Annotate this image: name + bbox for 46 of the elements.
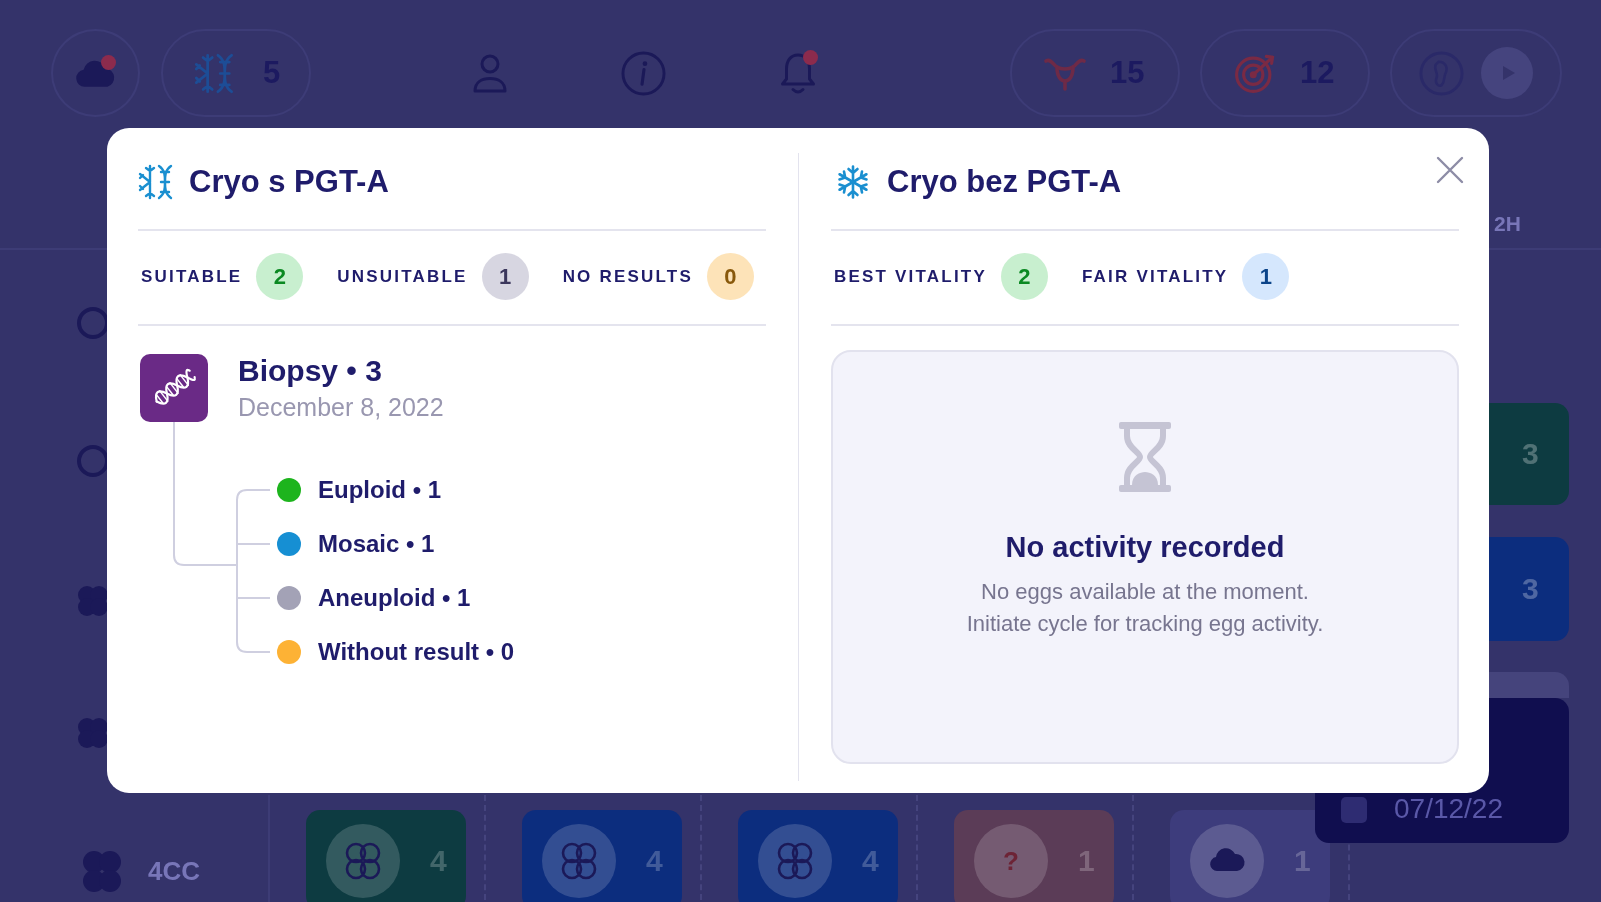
time-label: 2H: [1494, 213, 1521, 235]
close-icon: [1436, 156, 1464, 184]
ring-icon: [76, 306, 110, 340]
empty-state-text: No eggs available at the moment.: [981, 578, 1309, 606]
cell-cluster-icon: [76, 584, 110, 618]
count-badge: 1: [1242, 253, 1290, 300]
question-mark-disc: ?: [974, 824, 1048, 898]
empty-state-text: Initiate cycle for tracking egg activity.: [966, 610, 1324, 638]
close-button[interactable]: [1436, 156, 1464, 184]
cell-cluster-icon: [82, 849, 122, 894]
result-label: Aneuploid • 1: [318, 584, 471, 612]
cell-cluster-icon: [758, 824, 832, 898]
stat-label: BEST VITALITY: [834, 266, 987, 287]
count-badge: 2: [256, 253, 304, 300]
cloud-icon: [1190, 824, 1264, 898]
square-icon: [1340, 796, 1368, 824]
count-badge: 0: [706, 253, 754, 300]
date-label: 07/12/22: [1394, 794, 1503, 824]
ring-icon: [76, 444, 110, 478]
cell-cluster-icon: [76, 716, 110, 750]
cell-cluster-icon: [542, 824, 616, 898]
cell-cluster-icon: [326, 824, 400, 898]
stat-label: UNSUITABLE: [337, 266, 468, 287]
panel-title: Cryo s PGT-A: [189, 164, 389, 200]
cloud-icon: [74, 59, 117, 87]
biopsy-title: Biopsy • 3: [238, 354, 383, 388]
empty-state-title: No activity recorded: [1005, 530, 1285, 564]
snowflake-dna-icon: [138, 164, 174, 200]
snowflake-icon: [835, 164, 871, 200]
panel-title: Cryo bez PGT-A: [887, 164, 1122, 200]
biopsy-date: December 8, 2022: [238, 392, 444, 422]
dna-icon: [140, 354, 208, 422]
info-icon[interactable]: [621, 50, 666, 96]
result-label: Mosaic • 1: [318, 530, 435, 558]
bell-icon: [778, 51, 818, 95]
count-badge: 2: [1000, 253, 1048, 300]
result-label: Without result • 0: [318, 638, 515, 666]
snowflake-dna-icon: [194, 52, 235, 94]
stat-label: FAIR VITALITY: [1081, 266, 1229, 287]
stat-label: NO RESULTS: [562, 266, 693, 287]
weather-button[interactable]: [51, 29, 140, 117]
result-label: Euploid • 1: [318, 476, 442, 504]
stat-label: SUITABLE: [141, 266, 243, 287]
hourglass-icon: [1119, 422, 1171, 492]
row-label: 4CC: [148, 856, 200, 887]
count-badge: 1: [481, 253, 529, 300]
